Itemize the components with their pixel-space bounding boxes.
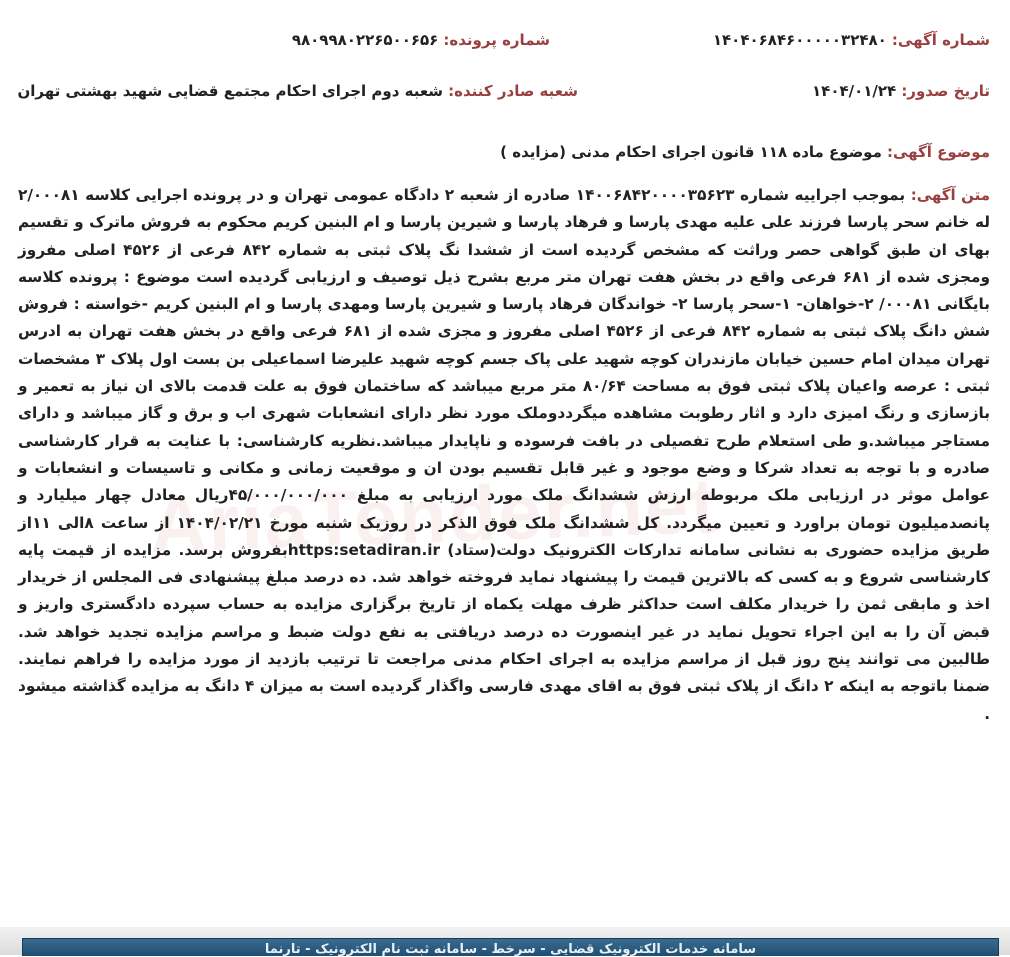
notice-number-value: ۱۴۰۴۰۶۸۴۶۰۰۰۰۰۳۲۴۸۰ — [712, 31, 887, 49]
issue-date-row: تاریخ صدور: ۱۴۰۴/۰۱/۲۴ — [812, 81, 990, 100]
issuer-label: شعبه صادر کننده: — [448, 82, 578, 100]
footer-bar: سامانه خدمات الکترونیک قضایی - سرخط - سا… — [22, 938, 999, 957]
issue-date-value: ۱۴۰۴/۰۱/۲۴ — [812, 82, 897, 100]
footer: سامانه خدمات الکترونیک قضایی - سرخط - سا… — [0, 927, 1010, 957]
subject-value: موضوع ماده ۱۱۸ قانون اجرای احکام مدنی (م… — [500, 143, 882, 161]
issue-date-label: تاریخ صدور: — [901, 82, 990, 100]
subject-row: موضوع آگهی: موضوع ماده ۱۱۸ قانون اجرای ا… — [500, 142, 990, 161]
notice-body: متن آگهی: بموجب اجراییه شماره ۱۴۰۰۶۸۴۲۰۰… — [18, 182, 990, 728]
subject-label: موضوع آگهی: — [886, 143, 990, 161]
body-label: متن آگهی: — [910, 186, 991, 204]
notice-number-row: شماره آگهی: ۱۴۰۴۰۶۸۴۶۰۰۰۰۰۳۲۴۸۰ — [713, 30, 990, 49]
notice-number-label: شماره آگهی: — [891, 31, 990, 49]
notice-page: شماره آگهی: ۱۴۰۴۰۶۸۴۶۰۰۰۰۰۳۲۴۸۰ شماره پر… — [0, 0, 1010, 957]
case-number-label: شماره پرونده: — [443, 31, 550, 49]
issuer-value: شعبه دوم اجرای احکام مجتمع قضایی شهید به… — [17, 82, 444, 100]
case-number-row: شماره پرونده: ۹۸۰۹۹۸۰۲۲۶۵۰۰۶۵۶ — [292, 30, 550, 49]
body-text: بموجب اجراییه شماره ۱۴۰۰۶۸۴۲۰۰۰۰۳۵۶۲۳ صا… — [18, 186, 991, 723]
case-number-value: ۹۸۰۹۹۸۰۲۲۶۵۰۰۶۵۶ — [291, 31, 439, 49]
issuer-row: شعبه صادر کننده: شعبه دوم اجرای احکام مج… — [17, 81, 578, 100]
